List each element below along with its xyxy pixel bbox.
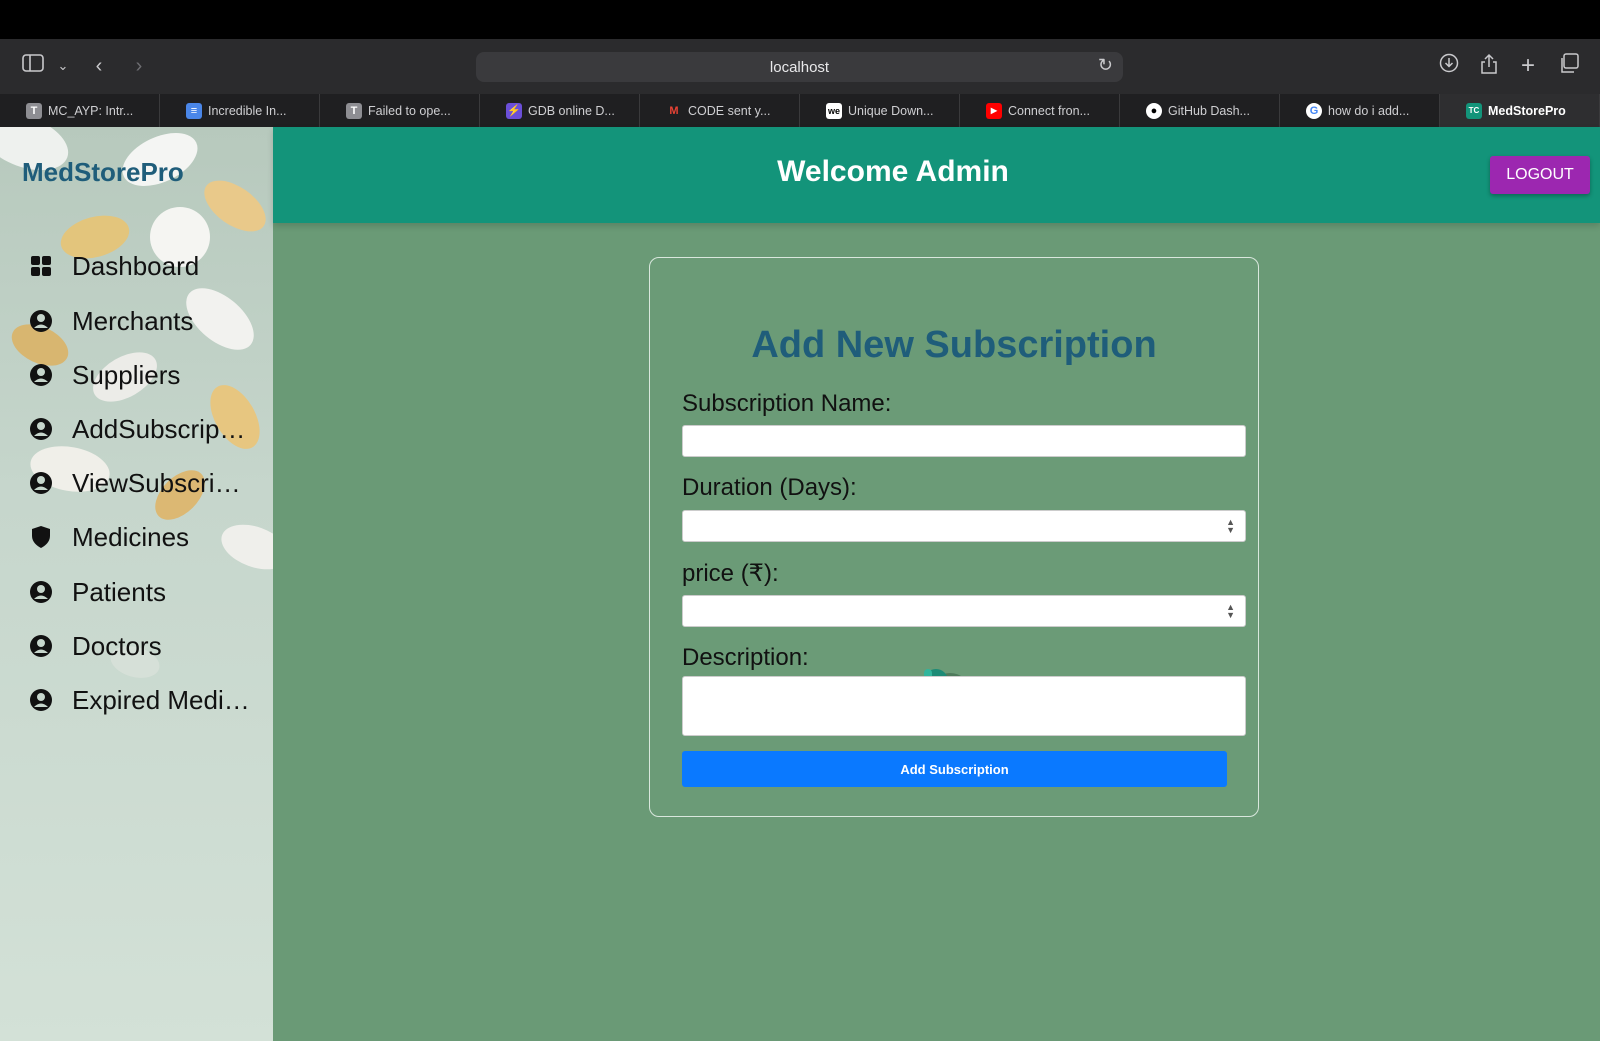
new-tab-icon[interactable]: + [1515, 53, 1541, 79]
app-root: MedStorePro Dashboard Merchants Supplier… [0, 127, 1600, 1041]
tab-favicon-icon: ● [1146, 102, 1162, 119]
description-label: Description: [682, 644, 809, 671]
tab-favicon-icon: T [346, 102, 362, 119]
browser-tab[interactable]: ● GitHub Dash... [1120, 94, 1280, 127]
tab-label: CODE sent y... [688, 103, 771, 118]
screen-top-bar [0, 0, 1600, 39]
chevron-down-icon[interactable]: ⌄ [50, 53, 76, 79]
url-text: localhost [769, 59, 830, 76]
reload-icon[interactable]: ↻ [1098, 55, 1113, 76]
browser-tabs: T MC_AYP: Intr... ≡ Incredible In... T Fail… [0, 94, 1600, 127]
sidebar-item-label: AddSubscriptions [72, 413, 252, 444]
sidebar-item-label: Medicines [72, 521, 190, 552]
browser-tab[interactable]: M CODE sent y... [640, 94, 800, 127]
browser-toolbar: ⌄ ‹ › localhost ↻ + [0, 39, 1600, 94]
shield-icon [32, 526, 50, 548]
sidebar-item-suppliers[interactable]: Suppliers [28, 355, 252, 395]
sidebar-item-doctors[interactable]: Doctors [28, 626, 252, 666]
browser-tab[interactable]: T MC_AYP: Intr... [0, 94, 160, 127]
user-circle-icon [30, 581, 52, 603]
browser-tab[interactable]: ▶ Connect fron... [960, 94, 1120, 127]
forward-icon[interactable]: › [126, 53, 152, 79]
sidebar: MedStorePro Dashboard Merchants Supplier… [0, 127, 273, 1041]
share-icon[interactable] [1476, 53, 1502, 79]
sidebar-item-label: Dashboard [72, 250, 200, 281]
tab-favicon-icon: TC [1466, 102, 1482, 119]
sidebar-item-dashboard[interactable]: Dashboard [28, 246, 252, 286]
subscription-form-card: Add New Subscription Subscription Name: … [649, 257, 1259, 817]
sidebar-item-add-subscriptions[interactable]: AddSubscriptions [28, 409, 252, 449]
spinner-arrows-icon[interactable]: ▲ ▼ [1226, 603, 1235, 620]
duration-input[interactable]: ▲ ▼ [682, 510, 1246, 542]
tab-label: Connect fron... [1008, 103, 1090, 118]
tab-favicon-icon: M [669, 104, 679, 117]
sidebar-item-patients[interactable]: Patients [28, 572, 252, 612]
sidebar-item-label: Doctors [72, 630, 162, 661]
browser-tab[interactable]: ⚡ GDB online D... [480, 94, 640, 127]
subscription-name-input[interactable] [682, 425, 1246, 457]
sidebar-item-medicines[interactable]: Medicines [28, 517, 252, 557]
sidebar-item-label: Expired Medicines [72, 684, 252, 715]
tab-favicon-icon: T [26, 102, 42, 119]
tab-label: MC_AYP: Intr... [48, 103, 134, 118]
duration-label: Duration (Days): [682, 474, 857, 501]
tab-favicon-icon: ▶ [986, 102, 1002, 119]
tab-favicon-icon: ⚡ [506, 102, 522, 119]
welcome-title: Welcome Admin [777, 155, 1009, 188]
tab-favicon-icon: ≡ [186, 102, 202, 119]
spinner-arrows-icon[interactable]: ▲ ▼ [1226, 518, 1235, 535]
grid-icon [31, 256, 51, 276]
tab-label: GitHub Dash... [1168, 103, 1250, 118]
sidebar-item-label: ViewSubscriptions [72, 467, 252, 498]
browser-tab[interactable]: we Unique Down... [800, 94, 960, 127]
user-circle-icon [30, 472, 52, 494]
sidebar-item-label: Suppliers [72, 359, 181, 390]
tab-label: Incredible In... [208, 103, 287, 118]
sidebar-item-label: Merchants [72, 305, 194, 336]
tab-label: Unique Down... [848, 103, 934, 118]
user-circle-icon [30, 310, 52, 332]
back-icon[interactable]: ‹ [86, 53, 112, 79]
price-input[interactable]: ▲ ▼ [682, 595, 1246, 627]
user-circle-icon [30, 635, 52, 657]
sidebar-item-merchants[interactable]: Merchants [28, 301, 252, 341]
tab-label: Failed to ope... [368, 103, 451, 118]
sidebar-toggle-icon[interactable] [20, 53, 46, 79]
browser-tab-active[interactable]: TC MedStorePro [1440, 94, 1600, 127]
address-bar[interactable]: localhost ↻ [476, 52, 1123, 82]
tab-label: how do i add... [1328, 103, 1410, 118]
sidebar-item-view-subscriptions[interactable]: ViewSubscriptions [28, 463, 252, 503]
tab-favicon-icon: we [826, 102, 842, 119]
download-icon[interactable] [1436, 53, 1462, 79]
user-circle-icon [30, 418, 52, 440]
subscription-name-label: Subscription Name: [682, 390, 892, 417]
logout-button[interactable]: LOGOUT [1490, 156, 1590, 194]
browser-tab[interactable]: Ghow do i add... [1280, 94, 1440, 127]
form-title: Add New Subscription [751, 324, 1157, 366]
brand-logo[interactable]: MedStorePro [22, 157, 184, 188]
sidebar-item-expired-medicines[interactable]: Expired Medicines [28, 680, 252, 720]
price-label: price (₹): [682, 560, 779, 587]
user-circle-icon [30, 689, 52, 711]
user-circle-icon [30, 364, 52, 386]
browser-tab[interactable]: ≡ Incredible In... [160, 94, 320, 127]
browser-tab[interactable]: T Failed to ope... [320, 94, 480, 127]
description-textarea[interactable] [682, 676, 1246, 736]
sidebar-item-label: Patients [72, 576, 166, 607]
add-subscription-button[interactable]: Add Subscription [682, 751, 1227, 787]
tab-label: GDB online D... [528, 103, 615, 118]
tab-label: MedStorePro [1488, 103, 1566, 118]
tab-overview-icon[interactable] [1556, 53, 1582, 79]
top-header: Welcome Admin LOGOUT [273, 127, 1600, 223]
tab-favicon-icon: G [1306, 102, 1322, 119]
